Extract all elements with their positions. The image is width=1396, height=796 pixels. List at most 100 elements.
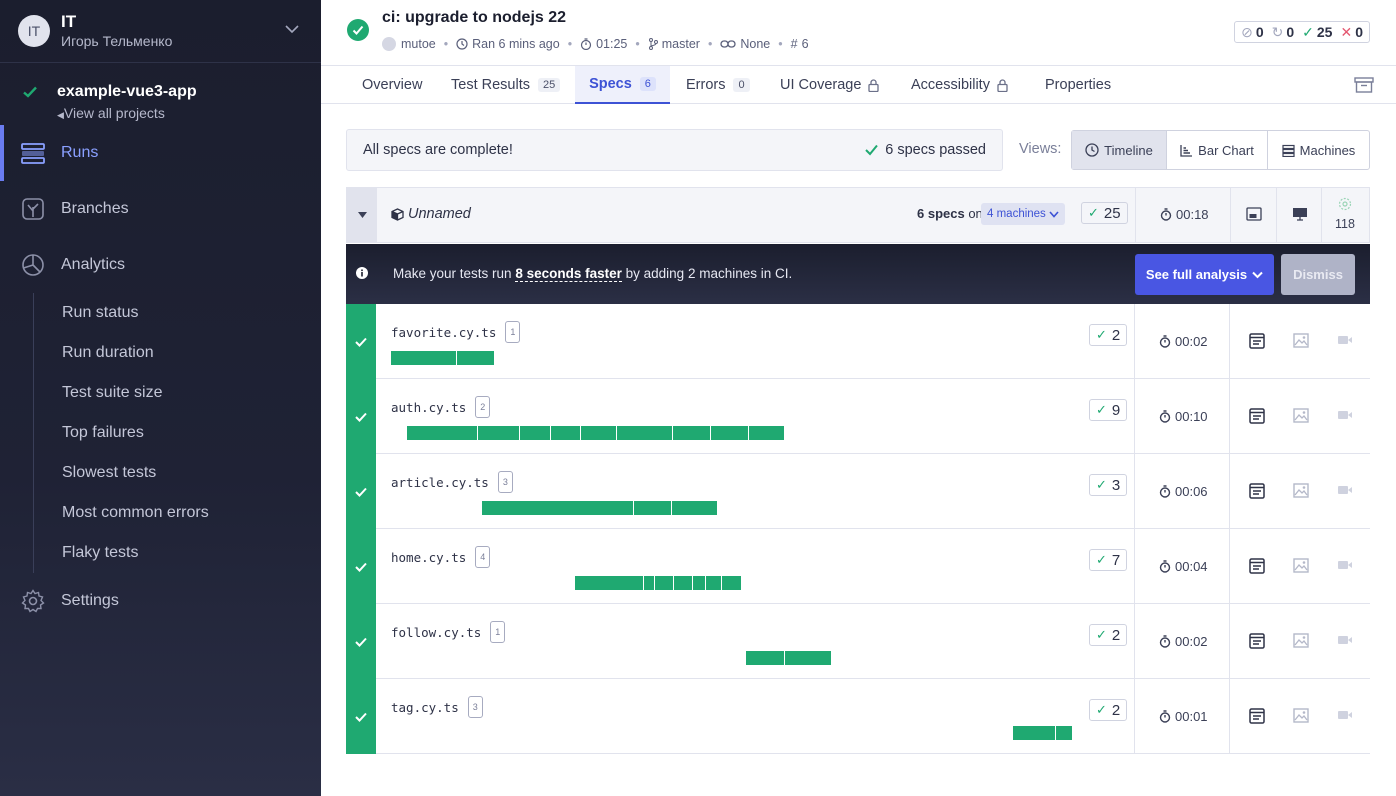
chevron-down-icon[interactable]	[285, 22, 299, 36]
timeline-bar[interactable]	[1013, 726, 1072, 740]
test-output-icon[interactable]	[1249, 333, 1265, 354]
spec-name[interactable]: favorite.cy.ts 1	[391, 321, 521, 343]
flake-count: 118	[1335, 217, 1355, 231]
bar-chart-view-button[interactable]: Bar Chart	[1167, 131, 1268, 169]
spec-row[interactable]: favorite.cy.ts 1 ✓ 2 00:02	[346, 304, 1370, 379]
spec-duration-value: 00:02	[1175, 634, 1208, 649]
spec-row[interactable]: follow.cy.ts 1 ✓ 2 00:02	[346, 604, 1370, 679]
screenshot-icon[interactable]	[1293, 333, 1309, 353]
timeline-segment[interactable]	[693, 576, 705, 590]
timeline-segment[interactable]	[617, 426, 672, 440]
video-icon[interactable]	[1337, 558, 1353, 576]
sidebar-item-run-status[interactable]: Run status	[62, 293, 321, 333]
timeline-segment[interactable]	[785, 651, 831, 665]
spec-name[interactable]: article.cy.ts 3	[391, 471, 513, 493]
timeline-segment[interactable]	[746, 651, 784, 665]
timeline-segment[interactable]	[575, 576, 643, 590]
timeline-bar[interactable]	[407, 426, 784, 440]
sidebar-item-slowest-tests[interactable]: Slowest tests	[62, 453, 321, 493]
timeline-segment[interactable]	[655, 576, 673, 590]
spec-row[interactable]: auth.cy.ts 2 ✓ 9 00:10	[346, 379, 1370, 454]
spec-name[interactable]: tag.cy.ts 3	[391, 696, 483, 718]
screenshot-icon[interactable]	[1293, 558, 1309, 578]
sidebar-item-runs[interactable]: Runs	[0, 125, 321, 181]
video-icon[interactable]	[1337, 408, 1353, 426]
sidebar-item-flaky-tests[interactable]: Flaky tests	[62, 533, 321, 573]
timeline-segment[interactable]	[1013, 726, 1055, 740]
flake-icon	[1338, 197, 1352, 211]
tab-overview[interactable]: Overview	[341, 66, 443, 104]
test-output-icon[interactable]	[1249, 708, 1265, 729]
timeline-segment[interactable]	[722, 576, 741, 590]
tab-ui-coverage[interactable]: UI Coverage	[759, 66, 900, 104]
divider	[1229, 529, 1230, 604]
timeline-segment[interactable]	[478, 426, 519, 440]
video-icon[interactable]	[1337, 483, 1353, 501]
timeline-bar[interactable]	[391, 351, 494, 365]
timeline-segment[interactable]	[674, 576, 692, 590]
timeline-segment[interactable]	[407, 426, 477, 440]
screenshot-icon[interactable]	[1293, 408, 1309, 428]
timeline-segment[interactable]	[672, 501, 717, 515]
timeline-segment[interactable]	[1056, 726, 1072, 740]
sidebar-item-top-failures[interactable]: Top failures	[62, 413, 321, 453]
tab-test-results[interactable]: Test Results 25	[430, 66, 581, 104]
timeline-segment[interactable]	[634, 501, 671, 515]
spec-row[interactable]: article.cy.ts 3 ✓ 3 00:06	[346, 454, 1370, 529]
timeline-view-button[interactable]: Timeline	[1072, 131, 1167, 169]
spec-name[interactable]: follow.cy.ts 1	[391, 621, 506, 643]
spec-row[interactable]: home.cy.ts 4 ✓ 7 00:04	[346, 529, 1370, 604]
timeline-segment[interactable]	[673, 426, 710, 440]
tab-specs[interactable]: Specs 6	[575, 66, 670, 104]
collapse-toggle[interactable]	[347, 188, 377, 242]
timeline-bar[interactable]	[482, 501, 717, 515]
timeline-segment[interactable]	[706, 576, 721, 590]
timeline-segment[interactable]	[644, 576, 654, 590]
spec-passed-badge: ✓ 7	[1089, 549, 1128, 571]
test-output-icon[interactable]	[1249, 483, 1265, 504]
timeline-segment[interactable]	[482, 501, 633, 515]
timeline-bar[interactable]	[575, 576, 741, 590]
view-all-projects-link[interactable]: ◀View all projects	[57, 104, 321, 124]
spec-row[interactable]: tag.cy.ts 3 ✓ 2 00:01	[346, 679, 1370, 754]
screenshot-icon[interactable]	[1293, 483, 1309, 503]
machines-view-button[interactable]: Machines	[1268, 131, 1369, 169]
passed-status-icon	[346, 454, 376, 529]
video-icon[interactable]	[1337, 333, 1353, 351]
tab-errors[interactable]: Errors 0	[665, 66, 771, 104]
video-icon[interactable]	[1337, 633, 1353, 651]
archive-icon[interactable]	[1354, 76, 1374, 94]
timeline-segment[interactable]	[711, 426, 748, 440]
sidebar-item-test-suite-size[interactable]: Test suite size	[62, 373, 321, 413]
org-switcher[interactable]: IT IT Игорь Тельменко	[0, 0, 321, 62]
chevron-left-icon: ◀	[57, 110, 64, 120]
run-counts[interactable]: ⊘ 0 ↻ 0 ✓ 25 ✕ 0	[1234, 21, 1370, 43]
machines-dropdown[interactable]: 4 machines	[981, 203, 1065, 225]
screenshot-icon[interactable]	[1293, 708, 1309, 728]
screenshot-icon[interactable]	[1293, 633, 1309, 653]
server-icon	[1282, 144, 1295, 157]
sidebar-item-analytics[interactable]: Analytics	[0, 237, 321, 293]
tab-accessibility[interactable]: Accessibility	[890, 66, 1029, 104]
timeline-segment[interactable]	[520, 426, 550, 440]
sidebar-item-branches[interactable]: Branches	[0, 181, 321, 237]
sidebar-item-settings[interactable]: Settings	[0, 573, 321, 629]
timeline-segment[interactable]	[749, 426, 784, 440]
test-output-icon[interactable]	[1249, 633, 1265, 654]
spec-name[interactable]: home.cy.ts 4	[391, 546, 491, 568]
see-full-analysis-button[interactable]: See full analysis	[1135, 254, 1274, 295]
tab-properties[interactable]: Properties	[1024, 66, 1132, 104]
sidebar-item-run-duration[interactable]: Run duration	[62, 333, 321, 373]
timeline-bar[interactable]	[746, 651, 831, 665]
timeline-segment[interactable]	[457, 351, 494, 365]
sidebar-item-most-common-errors[interactable]: Most common errors	[62, 493, 321, 533]
spec-name[interactable]: auth.cy.ts 2	[391, 396, 491, 418]
dismiss-button[interactable]: Dismiss	[1281, 254, 1355, 295]
timeline-segment[interactable]	[581, 426, 616, 440]
test-output-icon[interactable]	[1249, 558, 1265, 579]
timeline-segment[interactable]	[391, 351, 456, 365]
timeline-segment[interactable]	[551, 426, 580, 440]
video-icon[interactable]	[1337, 708, 1353, 726]
test-output-icon[interactable]	[1249, 408, 1265, 429]
run-branch[interactable]: master	[648, 37, 700, 51]
